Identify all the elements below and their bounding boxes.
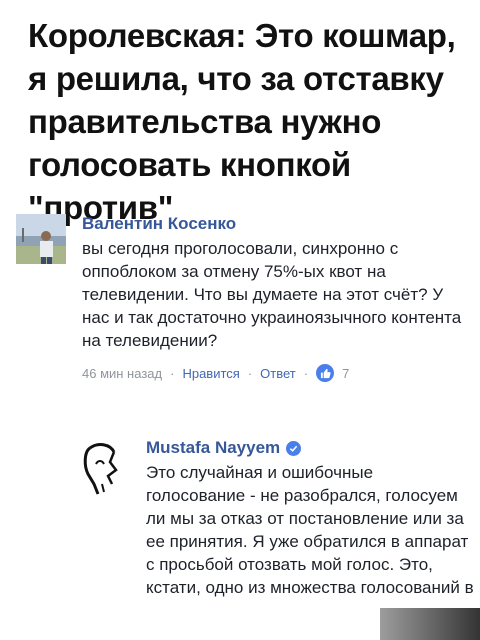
- comment-text: вы сегодня проголосовали, синхронно с оп…: [82, 239, 462, 350]
- like-button[interactable]: Нравится: [182, 366, 239, 381]
- comment-meta: 46 мин назад · Нравится · Ответ · 7: [82, 364, 462, 382]
- reply-author-name[interactable]: Mustafa Nayyem: [146, 438, 280, 458]
- profile-sketch-icon: [83, 443, 118, 495]
- avatar[interactable]: [80, 440, 126, 496]
- verified-check-icon: [286, 440, 302, 456]
- corner-shadow: [380, 608, 480, 640]
- person-photo-icon: [16, 214, 66, 264]
- reply-text: Это случайная и ошибочные голосование - …: [146, 463, 474, 597]
- separator-dot: ·: [170, 365, 175, 381]
- headline: Королевская: Это кошмар, я решила, что з…: [28, 17, 456, 226]
- avatar[interactable]: [16, 214, 66, 264]
- thumbs-up-icon[interactable]: [316, 364, 335, 382]
- separator-dot: ·: [247, 365, 253, 381]
- reply-button[interactable]: Ответ: [260, 366, 296, 381]
- comment-author[interactable]: Валентин Косенко: [82, 214, 462, 234]
- comment-time[interactable]: 46 мин назад: [82, 366, 162, 381]
- reply-author[interactable]: Mustafa Nayyem: [146, 438, 476, 458]
- like-count[interactable]: 7: [342, 366, 349, 381]
- separator-dot: ·: [303, 365, 309, 381]
